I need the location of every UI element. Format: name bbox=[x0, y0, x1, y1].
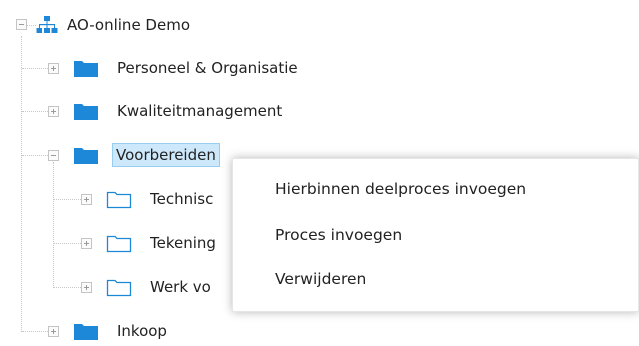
menu-item-insert-process[interactable]: Proces invoegen bbox=[233, 215, 638, 255]
menu-item-delete[interactable]: Verwijderen bbox=[233, 259, 638, 299]
tree-connector bbox=[27, 25, 36, 26]
folder-outline-icon bbox=[106, 279, 132, 297]
tree-node-label[interactable]: Werk vo bbox=[150, 275, 211, 299]
tree-connector bbox=[22, 155, 48, 156]
folder-filled-icon bbox=[74, 61, 98, 77]
collapse-toggle[interactable] bbox=[48, 150, 59, 161]
tree-connector bbox=[22, 68, 48, 69]
folder-filled-icon bbox=[74, 104, 98, 120]
tree-connector bbox=[22, 331, 48, 332]
expand-toggle[interactable] bbox=[81, 238, 92, 249]
folder-outline-icon bbox=[106, 191, 132, 209]
tree-panel: AO-online Demo Personeel & Organisatie K… bbox=[0, 0, 639, 346]
folder-filled-icon bbox=[74, 324, 98, 340]
expand-toggle[interactable] bbox=[81, 282, 92, 293]
tree-node-label[interactable]: Personeel & Organisatie bbox=[117, 56, 298, 80]
tree-node-label[interactable]: Technisc bbox=[150, 187, 213, 211]
expand-toggle[interactable] bbox=[81, 194, 92, 205]
folder-outline-icon bbox=[106, 235, 132, 253]
tree-node-label[interactable]: Inkoop bbox=[117, 319, 167, 343]
folder-filled-icon bbox=[74, 148, 98, 164]
tree-connector bbox=[54, 287, 81, 288]
tree-node-label[interactable]: AO-online Demo bbox=[67, 13, 190, 37]
expand-toggle[interactable] bbox=[48, 326, 59, 337]
collapse-toggle[interactable] bbox=[16, 19, 27, 30]
tree-node-label[interactable]: Kwaliteitmanagement bbox=[117, 99, 282, 123]
menu-item-insert-subprocess[interactable]: Hierbinnen deelproces invoegen bbox=[233, 169, 638, 209]
tree-node-label[interactable]: Tekening bbox=[150, 231, 216, 255]
org-chart-icon bbox=[36, 16, 58, 33]
context-menu: Hierbinnen deelproces invoegen Proces in… bbox=[232, 158, 639, 312]
tree-guide-line bbox=[21, 36, 22, 332]
tree-guide-line bbox=[53, 162, 54, 288]
tree-connector bbox=[54, 199, 81, 200]
tree-connector bbox=[22, 111, 48, 112]
expand-toggle[interactable] bbox=[48, 63, 59, 74]
expand-toggle[interactable] bbox=[48, 106, 59, 117]
tree-connector bbox=[54, 243, 81, 244]
tree-node-label-selected[interactable]: Voorbereiden bbox=[112, 143, 220, 167]
